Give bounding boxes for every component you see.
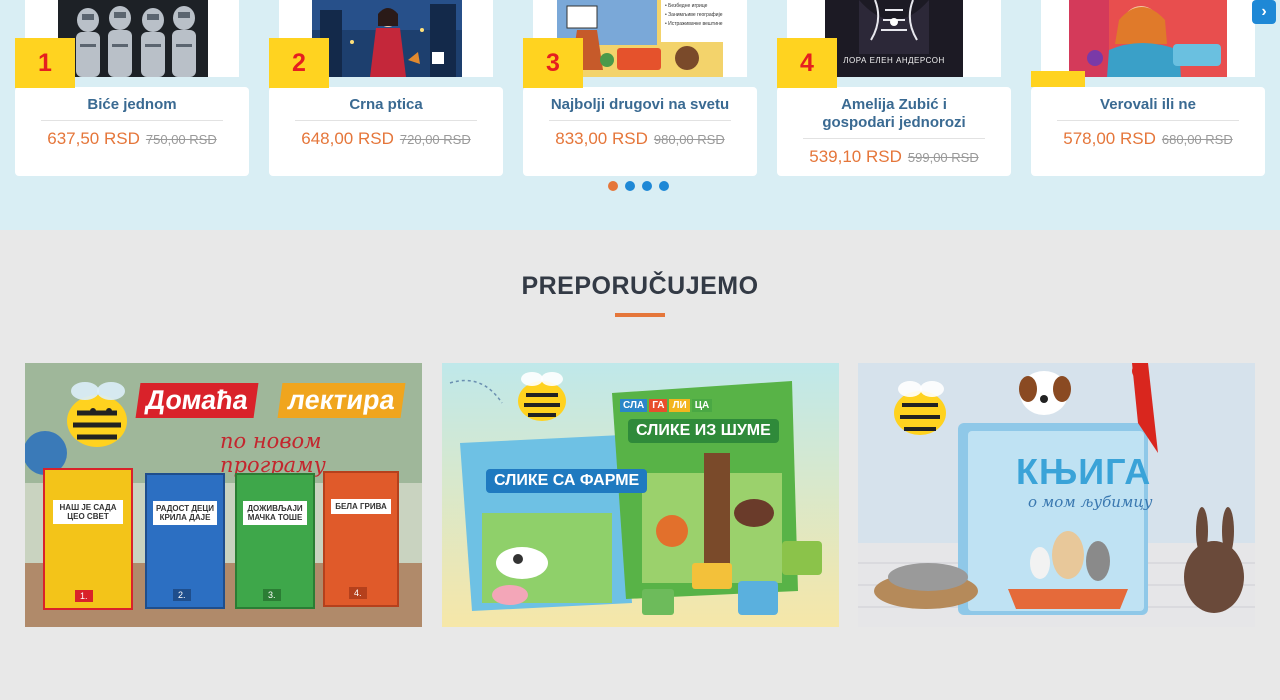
product-old-price: 680,00 RSD xyxy=(1161,132,1233,147)
product-title[interactable]: Najbolji drugovi na svetu xyxy=(549,96,731,121)
product-price: 637,50 RSD xyxy=(47,129,140,148)
product-price: 578,00 RSD xyxy=(1063,129,1156,148)
banner-title-part2: лектира xyxy=(277,383,406,418)
product-info: Amelija Zubić i gospodari jednorozi 539,… xyxy=(777,87,1011,176)
rank-badge: 2 xyxy=(269,38,329,88)
cover-feature: • Занимљиве географије xyxy=(665,12,723,18)
grade-label: 4. xyxy=(349,587,367,599)
price-row: 637,50 RSD 750,00 RSD xyxy=(31,129,233,149)
product-title[interactable]: Verovali ili ne xyxy=(1057,96,1239,121)
price-row: 648,00 RSD 720,00 RSD xyxy=(285,129,487,149)
price-row: 578,00 RSD 680,00 RSD xyxy=(1047,129,1249,149)
book-tile: РАДОСТ ДЕЦИ КРИЛА ДАЈЕ 2. xyxy=(145,473,225,609)
product-info: Crna ptica 648,00 RSD 720,00 RSD xyxy=(269,87,503,176)
bee-icon xyxy=(894,381,946,435)
series-logo: СЛА ГА ЛИ ЦА xyxy=(620,399,713,412)
book-tile: ДОЖИВЉАЈИ МАЧКА ТОШЕ 3. xyxy=(235,473,315,609)
bee-icon xyxy=(67,382,127,447)
grade-label: 2. xyxy=(173,589,191,601)
product-title[interactable]: Biće jednom xyxy=(41,96,223,121)
series-piece: ЦА xyxy=(691,399,713,412)
grade-label: 3. xyxy=(263,589,281,601)
chevron-right-icon: › xyxy=(1261,3,1267,20)
pagination-dot[interactable] xyxy=(642,181,652,191)
pagination-dot[interactable] xyxy=(608,181,618,191)
product-price: 539,10 RSD xyxy=(809,147,902,166)
book-cover[interactable] xyxy=(1069,0,1227,77)
rank-badge: 4 xyxy=(777,38,837,88)
carousel-pagination xyxy=(608,181,669,191)
banner-title: КЊИГА xyxy=(1016,451,1152,492)
product-old-price: 750,00 RSD xyxy=(145,132,217,147)
product-title[interactable]: Amelija Zubić i gospodari jednorozi xyxy=(803,96,985,139)
product-title[interactable]: Crna ptica xyxy=(295,96,477,121)
title-underline xyxy=(615,313,665,317)
price-row: 539,10 RSD 599,00 RSD xyxy=(793,147,995,167)
book-tile-title: ДОЖИВЉАЈИ МАЧКА ТОШЕ xyxy=(243,501,307,525)
cover-author: ЛОРА ЕЛЕН АНДЕРСОН xyxy=(843,56,945,65)
product-info: Najbolji drugovi na svetu 833,00 RSD 980,… xyxy=(523,87,757,176)
book-title-sume: СЛИКЕ ИЗ ШУМЕ xyxy=(628,419,779,443)
cover-feature: • Истраживачке вештине xyxy=(665,21,723,27)
promo-banner-knjiga-ljubimac[interactable]: КЊИГА о мом љубимцу xyxy=(858,363,1255,627)
product-old-price: 720,00 RSD xyxy=(399,132,471,147)
book-tile-title: РАДОСТ ДЕЦИ КРИЛА ДАЈЕ xyxy=(153,501,217,525)
promo-banner-slagalica[interactable]: СЛА ГА ЛИ ЦА СЛИКЕ ИЗ ШУМЕ СЛИКЕ СА ФАРМ… xyxy=(442,363,839,627)
bestsellers-carousel: Biće jednom 637,50 RSD 750,00 RSD 1 Crna… xyxy=(0,0,1280,230)
book-tile: БЕЛА ГРИВА 4. xyxy=(323,471,399,607)
cover-feature: • Безбедне игрице xyxy=(665,3,708,9)
bee-icon xyxy=(518,372,566,421)
product-old-price: 599,00 RSD xyxy=(907,150,979,165)
banner-subtitle: о мом љубимцу xyxy=(1028,493,1153,511)
series-piece: СЛА xyxy=(620,399,648,412)
product-old-price: 980,00 RSD xyxy=(653,132,725,147)
book-cover[interactable] xyxy=(58,0,208,77)
banner-title-part1: Домаћа xyxy=(135,383,259,418)
pagination-dot[interactable] xyxy=(625,181,635,191)
book-tile-title: БЕЛА ГРИВА xyxy=(331,499,391,514)
product-price: 833,00 RSD xyxy=(555,129,648,148)
product-price: 648,00 RSD xyxy=(301,129,394,148)
price-row: 833,00 RSD 980,00 RSD xyxy=(539,129,741,149)
promo-banner-domaca-lektira[interactable]: Домаћа лектира по новом програму НАШ ЈЕ … xyxy=(25,363,422,627)
book-tile: НАШ ЈЕ САДА ЦЕО СВЕТ 1. xyxy=(43,468,133,610)
pagination-dot[interactable] xyxy=(659,181,669,191)
cover-feature-list: • Безбедне игрице • Занимљиве географије… xyxy=(665,2,723,29)
book-cover[interactable]: ЛОРА ЕЛЕН АНДЕРСОН xyxy=(825,0,963,77)
book-cover[interactable] xyxy=(312,0,462,77)
rank-badge xyxy=(1031,71,1085,87)
banner-subtitle: по новом програму xyxy=(220,429,326,477)
grade-label: 1. xyxy=(75,590,93,602)
rank-badge: 1 xyxy=(15,38,75,88)
section-title: PREPORUČUJEMO xyxy=(521,272,759,300)
book-tile-title: НАШ ЈЕ САДА ЦЕО СВЕТ xyxy=(53,500,123,524)
product-info: Biće jednom 637,50 RSD 750,00 RSD xyxy=(15,87,249,176)
book-title-farme: СЛИКЕ СА ФАРМЕ xyxy=(486,469,648,493)
product-info: Verovali ili ne 578,00 RSD 680,00 RSD xyxy=(1031,87,1265,176)
series-piece: ГА xyxy=(649,399,668,412)
series-piece: ЛИ xyxy=(669,399,690,412)
carousel-next-button[interactable]: › xyxy=(1252,0,1276,24)
rank-badge: 3 xyxy=(523,38,583,88)
